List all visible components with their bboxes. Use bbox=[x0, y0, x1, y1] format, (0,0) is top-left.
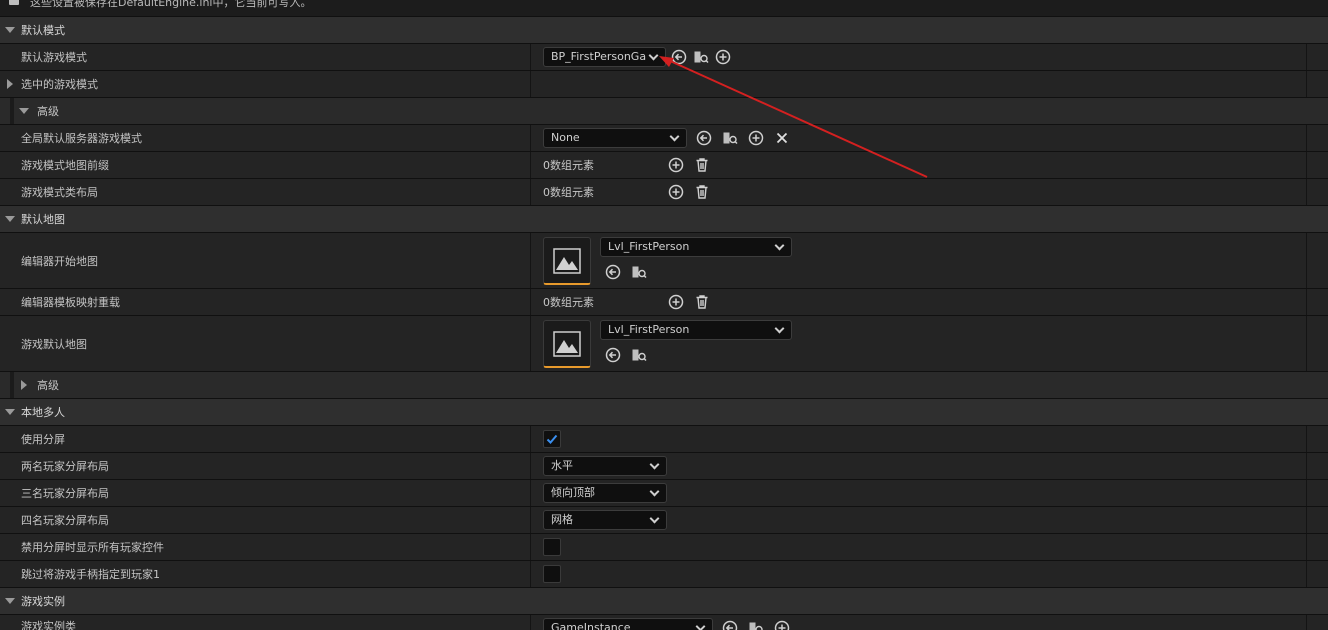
category-game-instance[interactable]: 游戏实例 bbox=[0, 588, 1328, 615]
category-title: 本地多人 bbox=[21, 406, 65, 419]
global-server-mode-dropdown[interactable]: None bbox=[543, 128, 687, 148]
row-disable-splitscreen-widgets: 禁用分屏时显示所有玩家控件 bbox=[0, 534, 1328, 561]
row-editor-startup-map: 编辑器开始地图 Lvl_FirstPerson bbox=[0, 233, 1328, 289]
row-global-default-server-game-mode: 全局默认服务器游戏模式 None bbox=[0, 125, 1328, 152]
add-icon[interactable] bbox=[748, 130, 764, 146]
category-title: 游戏实例 bbox=[21, 595, 65, 608]
property-label: 游戏模式地图前缀 bbox=[21, 159, 109, 172]
editor-startup-map-dropdown[interactable]: Lvl_FirstPerson bbox=[600, 237, 792, 257]
browse-asset-icon[interactable] bbox=[631, 347, 647, 363]
expand-arrow-icon[interactable] bbox=[5, 79, 15, 89]
row-use-splitscreen: 使用分屏 bbox=[0, 426, 1328, 453]
row-game-instance-class: 游戏实例类 GameInstance bbox=[0, 615, 1328, 630]
add-icon[interactable] bbox=[774, 620, 790, 630]
property-label: 编辑器开始地图 bbox=[21, 254, 98, 268]
browse-back-icon[interactable] bbox=[722, 620, 738, 630]
checkmark-icon bbox=[546, 434, 558, 444]
property-label: 全局默认服务器游戏模式 bbox=[21, 132, 142, 145]
lock-icon bbox=[9, 0, 19, 5]
config-notice-bar: 这些设置被保存在DefaultEngine.ini中，它当前可写入。 bbox=[0, 0, 1328, 17]
category-title: 默认模式 bbox=[21, 24, 65, 37]
use-splitscreen-checkbox[interactable] bbox=[543, 430, 561, 448]
subcategory-title: 高级 bbox=[37, 379, 59, 392]
property-label: 三名玩家分屏布局 bbox=[21, 487, 109, 500]
category-title: 默认地图 bbox=[21, 213, 65, 226]
property-label: 默认游戏模式 bbox=[21, 51, 87, 64]
browse-asset-icon[interactable] bbox=[693, 49, 709, 65]
row-editor-template-map-overrides: 编辑器模板映射重载 0数组元素 bbox=[0, 289, 1328, 316]
category-local-multiplayer[interactable]: 本地多人 bbox=[0, 399, 1328, 426]
game-instance-class-dropdown[interactable]: GameInstance bbox=[543, 618, 713, 630]
subcategory-title: 高级 bbox=[37, 105, 59, 118]
subcategory-default-modes-advanced[interactable]: 高级 bbox=[0, 98, 1328, 125]
property-label: 两名玩家分屏布局 bbox=[21, 460, 109, 473]
property-label: 选中的游戏模式 bbox=[21, 78, 98, 91]
add-icon[interactable] bbox=[668, 294, 684, 310]
skip-gamepad-checkbox[interactable] bbox=[543, 565, 561, 583]
row-two-player-layout: 两名玩家分屏布局 水平 bbox=[0, 453, 1328, 480]
three-player-layout-dropdown[interactable]: 倾向顶部 bbox=[543, 483, 667, 503]
row-selected-game-mode[interactable]: 选中的游戏模式 bbox=[0, 71, 1328, 98]
browse-back-icon[interactable] bbox=[696, 130, 712, 146]
browse-asset-icon[interactable] bbox=[748, 620, 764, 630]
property-label: 游戏模式类布局 bbox=[21, 186, 98, 199]
row-game-mode-map-prefixes: 游戏模式地图前缀 0数组元素 bbox=[0, 152, 1328, 179]
two-player-layout-dropdown[interactable]: 水平 bbox=[543, 456, 667, 476]
add-icon[interactable] bbox=[668, 184, 684, 200]
add-icon[interactable] bbox=[668, 157, 684, 173]
collapse-arrow-icon[interactable] bbox=[5, 214, 15, 224]
config-notice-text: 这些设置被保存在DefaultEngine.ini中，它当前可写入。 bbox=[30, 0, 312, 9]
delete-icon[interactable] bbox=[694, 184, 710, 200]
property-label: 使用分屏 bbox=[21, 433, 65, 446]
row-game-default-map: 游戏默认地图 Lvl_FirstPerson bbox=[0, 316, 1328, 372]
browse-asset-icon[interactable] bbox=[722, 130, 738, 146]
row-four-player-layout: 四名玩家分屏布局 网格 bbox=[0, 507, 1328, 534]
delete-icon[interactable] bbox=[694, 157, 710, 173]
property-label: 游戏默认地图 bbox=[21, 337, 87, 351]
array-count: 0数组元素 bbox=[543, 159, 594, 172]
category-default-maps[interactable]: 默认地图 bbox=[0, 206, 1328, 233]
array-count: 0数组元素 bbox=[543, 186, 594, 199]
collapse-arrow-icon[interactable] bbox=[5, 596, 15, 606]
browse-back-icon[interactable] bbox=[605, 264, 621, 280]
row-default-game-mode: 默认游戏模式 BP_FirstPersonGa bbox=[0, 44, 1328, 71]
property-label: 四名玩家分屏布局 bbox=[21, 514, 109, 527]
property-label: 游戏实例类 bbox=[21, 620, 76, 630]
row-three-player-layout: 三名玩家分屏布局 倾向顶部 bbox=[0, 480, 1328, 507]
map-thumbnail-icon[interactable] bbox=[543, 320, 591, 368]
property-label: 跳过将游戏手柄指定到玩家1 bbox=[21, 568, 160, 581]
delete-icon[interactable] bbox=[694, 294, 710, 310]
row-game-mode-class-aliases: 游戏模式类布局 0数组元素 bbox=[0, 179, 1328, 206]
map-thumbnail-icon[interactable] bbox=[543, 237, 591, 285]
browse-back-icon[interactable] bbox=[671, 49, 687, 65]
add-icon[interactable] bbox=[715, 49, 731, 65]
project-settings-panel: 这些设置被保存在DefaultEngine.ini中，它当前可写入。 默认模式 … bbox=[0, 0, 1328, 630]
default-game-mode-dropdown[interactable]: BP_FirstPersonGa bbox=[543, 47, 666, 67]
collapse-arrow-icon[interactable] bbox=[5, 25, 15, 35]
property-label: 禁用分屏时显示所有玩家控件 bbox=[21, 541, 164, 554]
collapse-arrow-icon[interactable] bbox=[5, 407, 15, 417]
collapse-arrow-icon[interactable] bbox=[19, 106, 29, 116]
game-default-map-dropdown[interactable]: Lvl_FirstPerson bbox=[600, 320, 792, 340]
property-label: 编辑器模板映射重载 bbox=[21, 296, 120, 309]
row-skip-gamepad-player1: 跳过将游戏手柄指定到玩家1 bbox=[0, 561, 1328, 588]
category-default-modes[interactable]: 默认模式 bbox=[0, 17, 1328, 44]
clear-icon[interactable] bbox=[774, 130, 790, 146]
array-count: 0数组元素 bbox=[543, 296, 594, 309]
browse-back-icon[interactable] bbox=[605, 347, 621, 363]
disable-widgets-checkbox[interactable] bbox=[543, 538, 561, 556]
expand-arrow-icon[interactable] bbox=[19, 380, 29, 390]
four-player-layout-dropdown[interactable]: 网格 bbox=[543, 510, 667, 530]
subcategory-default-maps-advanced[interactable]: 高级 bbox=[0, 372, 1328, 399]
browse-asset-icon[interactable] bbox=[631, 264, 647, 280]
